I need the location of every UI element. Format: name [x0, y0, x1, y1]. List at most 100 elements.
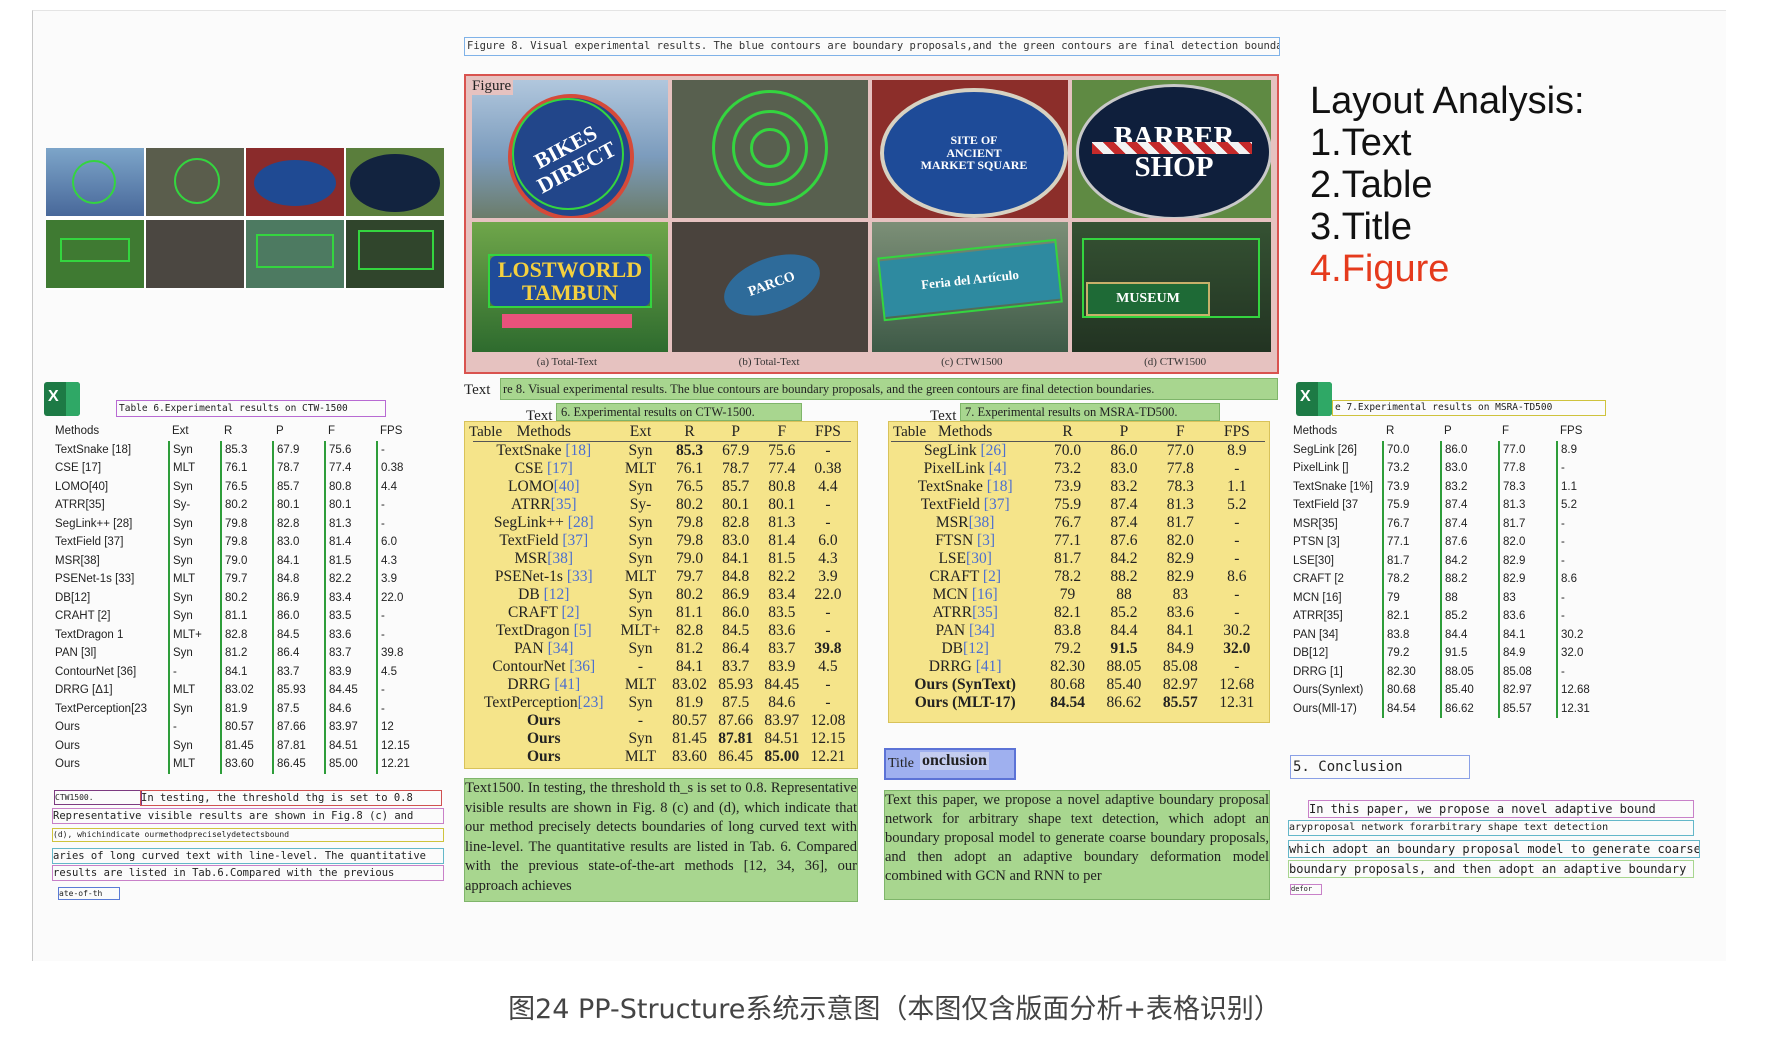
- table-cell: 87.4: [1110, 514, 1138, 531]
- table-cell: 81.4: [768, 532, 796, 549]
- table-cell: R: [224, 425, 233, 438]
- table-row: DB[12] 79.2 91.5 84.9 32.0: [891, 640, 1265, 658]
- table-cell: MLT: [168, 681, 221, 700]
- table-cell: 83.4: [324, 588, 377, 607]
- table-cell: 87.5: [722, 694, 750, 711]
- table-cell: Ours: [526, 712, 561, 729]
- table-cell: 82.0: [1498, 533, 1557, 552]
- table-cell: 85.00: [764, 748, 800, 765]
- table-row: CSE [17] MLT 76.1 78.7 77.4 0.38: [52, 459, 428, 478]
- table-cell: PSENet-1s [33]: [494, 568, 593, 585]
- table-cell: SegLink++ [28]: [55, 517, 133, 530]
- right-text-label-inline: Text: [885, 792, 912, 808]
- table-cell: F: [328, 425, 336, 438]
- table-cell: 86.0: [722, 604, 750, 621]
- right-text-body: this paper, we propose a novel adaptive …: [885, 792, 1269, 884]
- table-cell: 5.2: [1556, 496, 1614, 515]
- legend-item-title: 3.Title: [1310, 206, 1413, 248]
- table-cell: Syn: [168, 607, 221, 626]
- table-cell: 83.6: [324, 625, 377, 644]
- table-cell: -: [1234, 604, 1240, 621]
- table-cell: 70.0: [1053, 442, 1082, 459]
- table-cell: 86.0: [272, 607, 325, 626]
- figure-cell-parco: PARCO: [672, 222, 868, 352]
- table-cell: TextSnake [18]: [917, 478, 1013, 495]
- table-row: MCN [16] 79 88 83-: [1290, 588, 1614, 607]
- table-cell: 67.9: [272, 440, 325, 459]
- legend-item-text: 1.Text: [1310, 122, 1412, 164]
- table-cell: Ours (SynText): [914, 676, 1016, 693]
- table-cell: 5.2: [1227, 496, 1247, 513]
- table-cell: 32.0: [1556, 644, 1614, 663]
- table-cell: 78.7: [722, 460, 750, 477]
- table-cell: F: [1502, 425, 1510, 438]
- table-cell: 76.7: [1382, 514, 1441, 533]
- table-cell: 82.8: [220, 625, 273, 644]
- thumbnail-grid: [46, 148, 444, 290]
- layout-analysis-legend: Layout Analysis: 1.Text 2.Table 3.Title …: [1310, 80, 1585, 290]
- table-cell: MLT: [624, 568, 657, 585]
- table-row: ATRR[35] Sy- 80.2 80.1 80.1 -: [473, 496, 851, 514]
- far-text-line: In this paper, we propose a novel adapti…: [1308, 800, 1694, 818]
- table-cell: Syn: [628, 478, 653, 495]
- table-cell: 77.8: [1166, 460, 1194, 477]
- table-cell: LOMO[40]: [55, 480, 109, 493]
- table-cell: Syn: [168, 533, 221, 552]
- thumb-circles: [146, 148, 244, 216]
- table-cell: 1.1: [1556, 477, 1614, 496]
- table-cell: 82.2: [324, 570, 377, 589]
- table-cell: 86.45: [272, 755, 325, 774]
- table-cell: Syn: [168, 736, 221, 755]
- table-cell: Syn: [168, 551, 221, 570]
- table-cell: 84.6: [768, 694, 796, 711]
- table-cell: Syn: [628, 604, 653, 621]
- table-row: Ours -80.57 87.66 83.97 12: [52, 718, 428, 737]
- table-cell: P: [712, 423, 759, 442]
- table-cell: 0.38: [814, 460, 842, 477]
- table-cell: 4.4: [376, 477, 428, 496]
- table-cell: 88: [1440, 588, 1499, 607]
- table-cell: Syn: [628, 442, 653, 459]
- table-cell: 83.0: [272, 533, 325, 552]
- table-cell: 22.0: [376, 588, 428, 607]
- table-cell: 83.5: [768, 604, 796, 621]
- table-cell: -: [376, 514, 428, 533]
- table-cell: 83.6: [1166, 604, 1194, 621]
- table-row: Ours (MLT-17) 84.54 86.62 85.57 12.31: [891, 694, 1265, 712]
- table-cell: 83.7: [722, 658, 750, 675]
- table-cell: 4.4: [818, 478, 838, 495]
- figure-label: Figure: [470, 78, 514, 95]
- table-cell: Syn: [168, 477, 221, 496]
- table-cell: 39.8: [376, 644, 428, 663]
- table-cell: PAN [34]: [1293, 628, 1339, 641]
- table-cell: 83.0: [1110, 460, 1138, 477]
- table-cell: DB [12]: [518, 586, 570, 603]
- table-cell: DB[12]: [1293, 647, 1329, 660]
- mid-text-label-inline: Text: [465, 780, 492, 796]
- table-cell: 84.8: [272, 570, 325, 589]
- table-cell: 81.45: [672, 730, 707, 747]
- table-row: DB[12] Syn 80.2 86.9 83.4 22.0: [52, 588, 428, 607]
- conclusion-title-text: onclusion: [920, 752, 989, 770]
- table-row: ContourNet [36] - 84.1 83.7 83.9 4.5: [473, 658, 851, 676]
- table-row: DRRG [41] 82.30 88.05 85.08 -: [891, 658, 1265, 676]
- table-cell: 22.0: [814, 586, 842, 603]
- table-cell: 12.21: [810, 748, 846, 765]
- thumb-heritage: [246, 148, 344, 216]
- title-label: Title: [888, 756, 914, 771]
- table-cell: TextSnake [1%]: [1293, 480, 1373, 493]
- table-cell: 79.2: [1382, 644, 1441, 663]
- table-row: CRAHT [2] Syn 81.1 86.0 83.5-: [52, 607, 428, 626]
- table-row: PAN [3l] Syn 81.2 86.4 83.7 39.8: [52, 644, 428, 663]
- thumb-barber: [346, 148, 444, 216]
- table-cell: 83.6: [1498, 607, 1557, 626]
- left-text-line: CTW1500.: [54, 790, 142, 805]
- table-cell: 87.4: [1440, 496, 1499, 515]
- table-cell: DRRG [Δ1]: [55, 684, 113, 697]
- table-cell: TextDragon 1: [55, 628, 124, 641]
- table-cell: 86.0: [1440, 440, 1499, 459]
- table-cell: 75.6: [324, 440, 377, 459]
- table-cell: TextPerception[23]: [484, 694, 604, 711]
- table-cell: SegLink [26]: [1293, 443, 1357, 456]
- table-cell: 84.5: [722, 622, 750, 639]
